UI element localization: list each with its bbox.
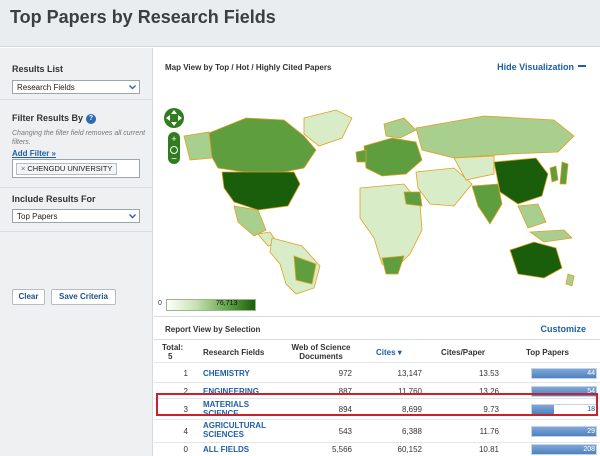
map-region-canada[interactable] <box>207 117 317 175</box>
legend-max: 76,713 <box>216 300 238 307</box>
research-fields-header[interactable]: Research Fields <box>203 348 264 357</box>
map-region-europe[interactable] <box>363 137 423 177</box>
help-icon[interactable]: ? <box>86 114 97 124</box>
cites-cell: 13,147 <box>397 368 422 378</box>
results-list-label: Results List <box>12 64 64 74</box>
sidebar: Results List Research Fields Filter Resu… <box>0 48 153 456</box>
field-link[interactable]: AGRICULTURAL SCIENCES <box>203 421 278 439</box>
map-region-australia[interactable] <box>509 241 563 279</box>
include-section: Include Results For Top Papers <box>0 188 153 232</box>
total-header: Total: 5 <box>162 343 183 361</box>
map-region-southeast-asia[interactable] <box>517 203 547 229</box>
chevron-down-icon <box>128 84 137 90</box>
sort-desc-icon: ▾ <box>397 348 402 357</box>
chevron-down-icon <box>128 213 137 219</box>
field-link[interactable]: ALL FIELDS <box>203 445 278 454</box>
map-region-indonesia[interactable] <box>528 229 573 243</box>
hide-visualization-link[interactable]: Hide Visualization <box>497 62 586 72</box>
report-header: Report View by Selection Customize <box>154 316 600 340</box>
hide-visualization-label: Hide Visualization <box>497 62 574 72</box>
top-papers-bar: 208 <box>531 443 597 455</box>
map-region-india[interactable] <box>471 183 503 225</box>
map-region-alaska[interactable] <box>183 131 213 161</box>
map-region-south-africa[interactable] <box>381 255 405 275</box>
wos-documents-header[interactable]: Web of Science Documents <box>286 343 356 361</box>
include-results-label: Include Results For <box>12 194 96 204</box>
customize-link[interactable]: Customize <box>540 324 586 334</box>
map-region-usa[interactable] <box>221 171 301 211</box>
table-row[interactable]: 4 AGRICULTURAL SCIENCES 543 6,388 11.76 29 <box>154 419 600 442</box>
add-filter-link[interactable]: Add Filter » <box>12 149 56 158</box>
map-pan-control[interactable]: + − <box>164 108 184 165</box>
total-value: 5 <box>168 352 173 361</box>
highlight-box <box>156 393 598 416</box>
map-region-uk[interactable] <box>355 149 367 163</box>
cites-header[interactable]: Cites ▾ <box>376 348 402 357</box>
top-papers-value: 208 <box>583 445 595 453</box>
page-title: Top Papers by Research Fields <box>10 7 276 27</box>
minus-icon <box>578 65 586 67</box>
wos-cell: 5,566 <box>331 444 352 454</box>
top-papers-header[interactable]: Top Papers <box>526 348 569 357</box>
include-results-value: Top Papers <box>17 212 58 221</box>
results-list-select[interactable]: Research Fields <box>12 80 140 94</box>
cites-cell: 60,152 <box>397 444 422 454</box>
wos-cell: 543 <box>338 427 352 436</box>
map-region-greenland[interactable] <box>303 109 353 147</box>
map-region-japan[interactable] <box>559 161 569 185</box>
results-list-section: Results List Research Fields <box>0 48 153 100</box>
rank-cell: 1 <box>183 368 188 378</box>
legend-gradient <box>166 299 256 311</box>
main-panel: Map View by Top / Hot / Highly Cited Pap… <box>154 48 600 456</box>
cites-per-paper-cell: 13.53 <box>478 368 499 378</box>
map-region-mexico[interactable] <box>233 205 267 237</box>
filter-note: Changing the filter field removes all cu… <box>12 130 146 146</box>
table-row[interactable]: 1 CHEMISTRY 972 13,147 13.53 44 <box>154 362 600 382</box>
cites-per-paper-header[interactable]: Cites/Paper <box>441 348 485 357</box>
top-papers-bar: 44 <box>531 367 597 379</box>
filter-results-text: Filter Results By <box>12 113 84 123</box>
filter-chip-label: CHENGDU UNIVERSITY <box>27 164 113 173</box>
map-header: Map View by Top / Hot / Highly Cited Pap… <box>154 48 600 88</box>
clear-button[interactable]: Clear <box>12 289 45 305</box>
filter-chip[interactable]: × CHENGDU UNIVERSITY <box>16 163 118 175</box>
legend-min: 0 <box>158 300 162 307</box>
field-link[interactable]: CHEMISTRY <box>203 369 278 378</box>
cites-cell: 6,388 <box>401 427 422 436</box>
filter-box[interactable]: × CHENGDU UNIVERSITY <box>12 159 140 178</box>
cites-header-label: Cites <box>376 348 396 357</box>
map-legend: 0 76,713 <box>158 298 298 312</box>
map-region-scandinavia[interactable] <box>383 117 417 139</box>
map-region-new-zealand[interactable] <box>565 273 575 287</box>
page-header: Top Papers by Research Fields <box>0 0 600 47</box>
results-list-value: Research Fields <box>17 83 75 92</box>
rank-cell: 0 <box>183 444 188 454</box>
remove-filter-icon[interactable]: × <box>21 164 25 173</box>
top-papers-bar: 29 <box>531 426 597 437</box>
filter-results-label: Filter Results By? <box>12 113 97 124</box>
zoom-out-icon[interactable]: − <box>171 154 177 165</box>
total-label: Total: <box>162 343 184 352</box>
table-row[interactable]: 0 ALL FIELDS 5,566 60,152 10.81 208 <box>154 442 600 455</box>
include-results-select[interactable]: Top Papers <box>12 209 140 223</box>
rank-cell: 4 <box>183 427 188 436</box>
zoom-in-icon[interactable]: + <box>171 134 176 144</box>
map-region-china[interactable] <box>493 157 549 205</box>
map-region-korea[interactable] <box>549 165 559 183</box>
save-criteria-button[interactable]: Save Criteria <box>51 289 116 305</box>
map-title: Map View by Top / Hot / Highly Cited Pap… <box>165 63 332 72</box>
report-title: Report View by Selection <box>165 325 261 334</box>
top-papers-value: 44 <box>587 369 595 377</box>
map-region-russia[interactable] <box>415 115 575 159</box>
top-papers-value: 29 <box>587 428 595 435</box>
map-region-egypt[interactable] <box>403 191 423 207</box>
world-map[interactable]: + − <box>154 88 600 298</box>
wos-cell: 972 <box>338 368 352 378</box>
cites-per-paper-cell: 10.81 <box>478 444 499 454</box>
cites-per-paper-cell: 11.76 <box>479 427 499 436</box>
